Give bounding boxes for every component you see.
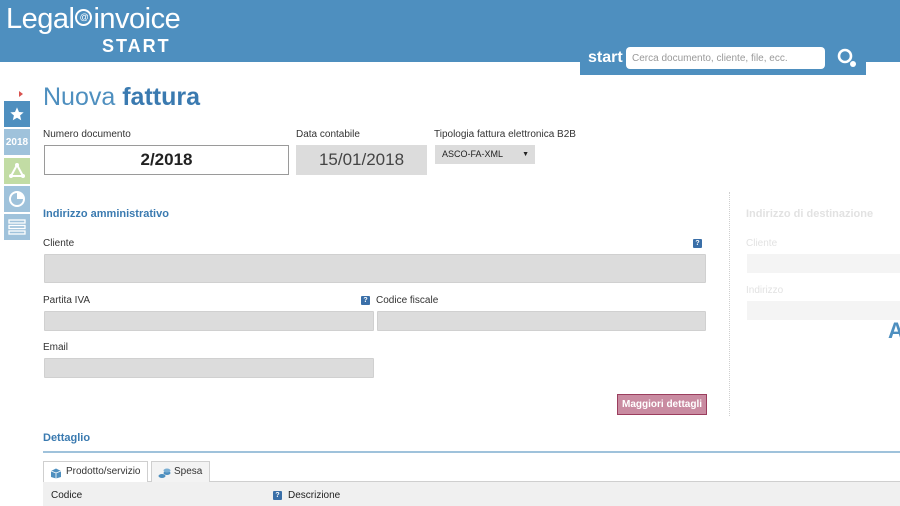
destination-address-label: Indirizzo: [746, 285, 784, 296]
destination-client-field[interactable]: [747, 254, 900, 273]
accounting-date-label: Data contabile: [296, 129, 360, 140]
triangle-icon: [9, 162, 25, 178]
tax-code-field[interactable]: [377, 311, 706, 331]
logo-text-legal: Legal: [6, 3, 75, 35]
destination-address-title: Indirizzo di destinazione: [746, 208, 874, 220]
help-icon[interactable]: ?: [273, 491, 282, 500]
destination-client-label: Cliente: [746, 238, 778, 249]
client-field[interactable]: [44, 254, 706, 283]
email-field[interactable]: [44, 358, 374, 378]
tab-expense-label: Spesa: [174, 466, 203, 477]
page-title-bold: fattura: [122, 83, 201, 111]
document-number-field[interactable]: 2/2018: [44, 145, 289, 175]
search-icon[interactable]: [836, 47, 858, 69]
nav-list-button[interactable]: [4, 214, 30, 240]
logo-text-invoice: invoice: [93, 3, 181, 35]
nav-chart-button[interactable]: [4, 186, 30, 212]
page-title: Nuova fattura: [43, 83, 200, 112]
help-icon[interactable]: ?: [693, 239, 702, 248]
star-icon: [10, 107, 24, 121]
destination-edge-letter: A: [888, 318, 900, 343]
vat-label: Partita IVA: [43, 295, 91, 306]
column-header-description[interactable]: Descrizione: [288, 490, 340, 501]
detail-table-header: Codice ? Descrizione: [43, 482, 900, 506]
logo-subtitle: START: [102, 36, 171, 56]
tab-product-service-label: Prodotto/servizio: [66, 466, 141, 477]
detail-title: Dettaglio: [43, 432, 91, 444]
app-logo[interactable]: Legal @ invoice START: [6, 3, 181, 56]
more-details-button[interactable]: Maggiori dettagli: [617, 394, 707, 415]
nav-favorites-button[interactable]: [4, 101, 30, 127]
b2b-type-value: ASCO-FA-XML: [442, 149, 504, 159]
document-number-label: Numero documento: [43, 129, 131, 140]
b2b-type-select[interactable]: ASCO-FA-XML ▼: [435, 145, 535, 164]
b2b-type-label: Tipologia fattura elettronica B2B: [434, 129, 576, 140]
column-header-code[interactable]: Codice: [51, 490, 82, 501]
nav-triangle-button[interactable]: [4, 158, 30, 184]
destination-address-field[interactable]: [747, 301, 900, 320]
detail-tabs: Prodotto/servizio Spesa: [43, 461, 900, 483]
nav-collapse-arrow-icon[interactable]: [19, 91, 23, 97]
page-title-light: Nuova: [43, 83, 116, 111]
client-label: Cliente: [43, 238, 75, 249]
tab-expense[interactable]: Spesa: [151, 461, 210, 482]
column-divider: [729, 192, 730, 416]
logo-at-icon: @: [75, 8, 93, 26]
pie-chart-icon: [9, 191, 25, 207]
tax-code-label: Codice fiscale: [376, 295, 439, 306]
nav-year-button[interactable]: 2018: [4, 129, 30, 155]
vat-field[interactable]: [44, 311, 374, 331]
tab-product-service[interactable]: Prodotto/servizio: [43, 461, 148, 483]
detail-divider: [43, 451, 900, 453]
email-label: Email: [43, 342, 69, 353]
chevron-down-icon: ▼: [522, 151, 529, 158]
list-icon: [8, 219, 26, 235]
accounting-date-field[interactable]: 15/01/2018: [296, 145, 427, 175]
search-panel: start: [580, 42, 866, 75]
help-icon[interactable]: ?: [361, 296, 370, 305]
search-label: start: [588, 49, 623, 66]
search-input[interactable]: [626, 47, 825, 69]
admin-address-title: Indirizzo amministrativo: [43, 208, 169, 220]
